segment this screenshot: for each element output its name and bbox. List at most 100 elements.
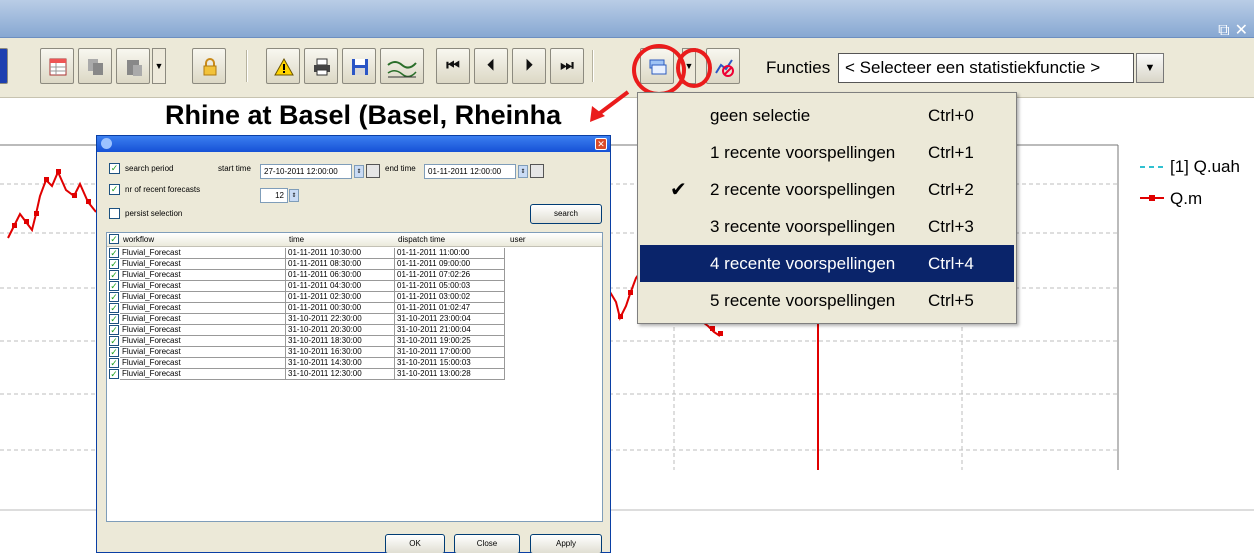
workflow-cell: Fluvial_Forecast bbox=[120, 248, 286, 259]
workflow-cell: Fluvial_Forecast bbox=[120, 303, 286, 314]
end-time-spinner[interactable]: ⇕ bbox=[518, 165, 528, 178]
row-checkbox[interactable]: ✓ bbox=[109, 347, 119, 357]
forecast-table: ✓ workflow time dispatch time user ✓ Fluv… bbox=[106, 232, 603, 522]
menu-item-3-recent[interactable]: 3 recente voorspellingen Ctrl+3 bbox=[640, 208, 1014, 245]
row-checkbox[interactable]: ✓ bbox=[109, 281, 119, 291]
table-row[interactable]: ✓ Fluvial_Forecast 31-10-2011 12:30:00 31-1… bbox=[107, 369, 507, 380]
column-header[interactable]: time bbox=[289, 235, 304, 244]
row-checkbox[interactable]: ✓ bbox=[109, 336, 119, 346]
menu-item-label: 1 recente voorspellingen bbox=[710, 143, 896, 162]
table-header: ✓ workflow time dispatch time user bbox=[107, 233, 602, 247]
workflow-cell: Fluvial_Forecast bbox=[120, 314, 286, 325]
time-cell: 31-10-2011 14:30:00 bbox=[286, 358, 395, 369]
menu-item-label: 3 recente voorspellingen bbox=[710, 217, 896, 236]
recent-forecasts-label: nr of recent forecasts bbox=[125, 185, 201, 194]
forecast-selection-dialog: ✕ ✓ search period start time 27-10-2011 … bbox=[96, 135, 611, 553]
calendar-icon[interactable] bbox=[530, 164, 544, 178]
time-cell: 01-11-2011 06:30:00 bbox=[286, 270, 395, 281]
menu-item-shortcut: Ctrl+3 bbox=[928, 217, 974, 236]
dispatch-time-cell: 31-10-2011 21:00:04 bbox=[395, 325, 505, 336]
apply-button[interactable]: Apply bbox=[530, 534, 602, 553]
menu-item-label: geen selectie bbox=[710, 106, 811, 125]
menu-item-shortcut: Ctrl+4 bbox=[928, 254, 974, 273]
recent-forecasts-menu: geen selectie Ctrl+0 1 recente voorspell… bbox=[637, 92, 1017, 324]
dispatch-time-cell: 01-11-2011 11:00:00 bbox=[395, 248, 505, 259]
time-cell: 31-10-2011 20:30:00 bbox=[286, 325, 395, 336]
row-checkbox[interactable]: ✓ bbox=[109, 292, 119, 302]
menu-item-label: 2 recente voorspellingen bbox=[710, 180, 896, 199]
workflow-cell: Fluvial_Forecast bbox=[120, 292, 286, 303]
search-period-label: search period bbox=[125, 164, 174, 173]
search-button[interactable]: search bbox=[530, 204, 602, 224]
time-cell: 01-11-2011 04:30:00 bbox=[286, 281, 395, 292]
row-checkbox[interactable]: ✓ bbox=[109, 259, 119, 269]
dispatch-time-cell: 31-10-2011 15:00:03 bbox=[395, 358, 505, 369]
persist-selection-label: persist selection bbox=[125, 209, 183, 218]
recent-forecasts-field[interactable]: 12 bbox=[260, 188, 288, 203]
menu-item-5-recent[interactable]: 5 recente voorspellingen Ctrl+5 bbox=[640, 282, 1014, 319]
recent-forecasts-checkbox[interactable]: ✓ bbox=[109, 184, 120, 195]
menu-item-shortcut: Ctrl+5 bbox=[928, 291, 974, 310]
start-time-field[interactable]: 27-10-2011 12:00:00 bbox=[260, 164, 352, 179]
legend-label: Q.m bbox=[1170, 189, 1203, 208]
table-row[interactable]: ✓ Fluvial_Forecast 01-11-2011 02:30:00 01-1… bbox=[107, 292, 507, 303]
start-time-spinner[interactable]: ⇕ bbox=[354, 165, 364, 178]
time-cell: 01-11-2011 08:30:00 bbox=[286, 259, 395, 270]
time-cell: 01-11-2011 00:30:00 bbox=[286, 303, 395, 314]
row-checkbox[interactable]: ✓ bbox=[109, 248, 119, 258]
table-row[interactable]: ✓ Fluvial_Forecast 31-10-2011 18:30:00 31-1… bbox=[107, 336, 507, 347]
start-time-label: start time bbox=[218, 164, 251, 173]
time-cell: 31-10-2011 16:30:00 bbox=[286, 347, 395, 358]
close-icon[interactable]: ✕ bbox=[595, 138, 607, 150]
table-row[interactable]: ✓ Fluvial_Forecast 31-10-2011 22:30:00 31-1… bbox=[107, 314, 507, 325]
dispatch-time-cell: 01-11-2011 09:00:00 bbox=[395, 259, 505, 270]
row-checkbox[interactable]: ✓ bbox=[109, 270, 119, 280]
menu-item-2-recent[interactable]: ✔ 2 recente voorspellingen Ctrl+2 bbox=[640, 171, 1014, 208]
table-row[interactable]: ✓ Fluvial_Forecast 01-11-2011 00:30:00 01-1… bbox=[107, 303, 507, 314]
legend-label: [1] Q.uah bbox=[1170, 157, 1240, 176]
time-cell: 31-10-2011 22:30:00 bbox=[286, 314, 395, 325]
checkmark-icon: ✔ bbox=[670, 179, 687, 201]
workflow-cell: Fluvial_Forecast bbox=[120, 270, 286, 281]
row-checkbox[interactable]: ✓ bbox=[109, 325, 119, 335]
table-row[interactable]: ✓ Fluvial_Forecast 01-11-2011 08:30:00 01-1… bbox=[107, 259, 507, 270]
table-row[interactable]: ✓ Fluvial_Forecast 01-11-2011 10:30:00 01-1… bbox=[107, 248, 507, 259]
menu-item-1-recent[interactable]: 1 recente voorspellingen Ctrl+1 bbox=[640, 134, 1014, 171]
row-checkbox[interactable]: ✓ bbox=[109, 369, 119, 379]
end-time-field[interactable]: 01-11-2011 12:00:00 bbox=[424, 164, 516, 179]
table-row[interactable]: ✓ Fluvial_Forecast 01-11-2011 04:30:00 01-1… bbox=[107, 281, 507, 292]
workflow-cell: Fluvial_Forecast bbox=[120, 325, 286, 336]
dispatch-time-cell: 31-10-2011 19:00:25 bbox=[395, 336, 505, 347]
time-cell: 01-11-2011 10:30:00 bbox=[286, 248, 395, 259]
workflow-cell: Fluvial_Forecast bbox=[120, 259, 286, 270]
column-header[interactable]: workflow bbox=[123, 235, 154, 244]
menu-item-4-recent[interactable]: 4 recente voorspellingen Ctrl+4 bbox=[640, 245, 1014, 282]
column-header[interactable]: dispatch time bbox=[398, 235, 445, 244]
workflow-cell: Fluvial_Forecast bbox=[120, 281, 286, 292]
recent-forecasts-spinner[interactable]: ⇕ bbox=[289, 189, 299, 202]
calendar-icon[interactable] bbox=[366, 164, 380, 178]
table-row[interactable]: ✓ Fluvial_Forecast 31-10-2011 16:30:00 31-1… bbox=[107, 347, 507, 358]
ok-button[interactable]: OK bbox=[385, 534, 445, 553]
dialog-title-bar: ✕ bbox=[97, 136, 610, 152]
table-row[interactable]: ✓ Fluvial_Forecast 01-11-2011 06:30:00 01-1… bbox=[107, 270, 507, 281]
select-all-checkbox[interactable]: ✓ bbox=[109, 234, 119, 244]
dispatch-time-cell: 01-11-2011 01:02:47 bbox=[395, 303, 505, 314]
dispatch-time-cell: 31-10-2011 23:00:04 bbox=[395, 314, 505, 325]
app-window: ⧉ ✕ ▼ ⏮ ⏴ ⏵ ⏭ ▼ Functies < Selecteer een… bbox=[0, 0, 1254, 553]
menu-item-shortcut: Ctrl+1 bbox=[928, 143, 974, 162]
time-cell: 31-10-2011 12:30:00 bbox=[286, 369, 395, 380]
search-period-checkbox[interactable]: ✓ bbox=[109, 163, 120, 174]
workflow-cell: Fluvial_Forecast bbox=[120, 358, 286, 369]
table-row[interactable]: ✓ Fluvial_Forecast 31-10-2011 14:30:00 31-1… bbox=[107, 358, 507, 369]
row-checkbox[interactable]: ✓ bbox=[109, 314, 119, 324]
close-button[interactable]: Close bbox=[454, 534, 520, 553]
column-header[interactable]: user bbox=[510, 235, 526, 244]
dispatch-time-cell: 01-11-2011 03:00:02 bbox=[395, 292, 505, 303]
workflow-cell: Fluvial_Forecast bbox=[120, 347, 286, 358]
menu-item-geen-selectie[interactable]: geen selectie Ctrl+0 bbox=[640, 97, 1014, 134]
persist-selection-checkbox[interactable] bbox=[109, 208, 120, 219]
row-checkbox[interactable]: ✓ bbox=[109, 358, 119, 368]
row-checkbox[interactable]: ✓ bbox=[109, 303, 119, 313]
table-row[interactable]: ✓ Fluvial_Forecast 31-10-2011 20:30:00 31-1… bbox=[107, 325, 507, 336]
